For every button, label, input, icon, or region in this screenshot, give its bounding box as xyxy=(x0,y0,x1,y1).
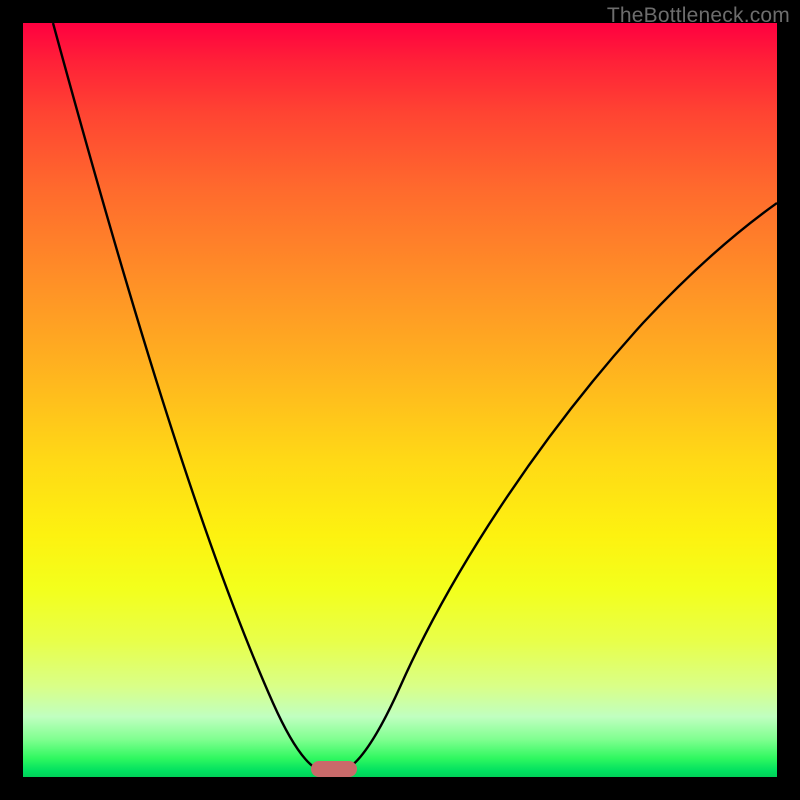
watermark-text: TheBottleneck.com xyxy=(607,4,790,28)
bottleneck-curve xyxy=(23,23,777,777)
plot-area xyxy=(23,23,777,777)
chart-frame: TheBottleneck.com xyxy=(0,0,800,800)
minimum-marker xyxy=(311,761,357,777)
